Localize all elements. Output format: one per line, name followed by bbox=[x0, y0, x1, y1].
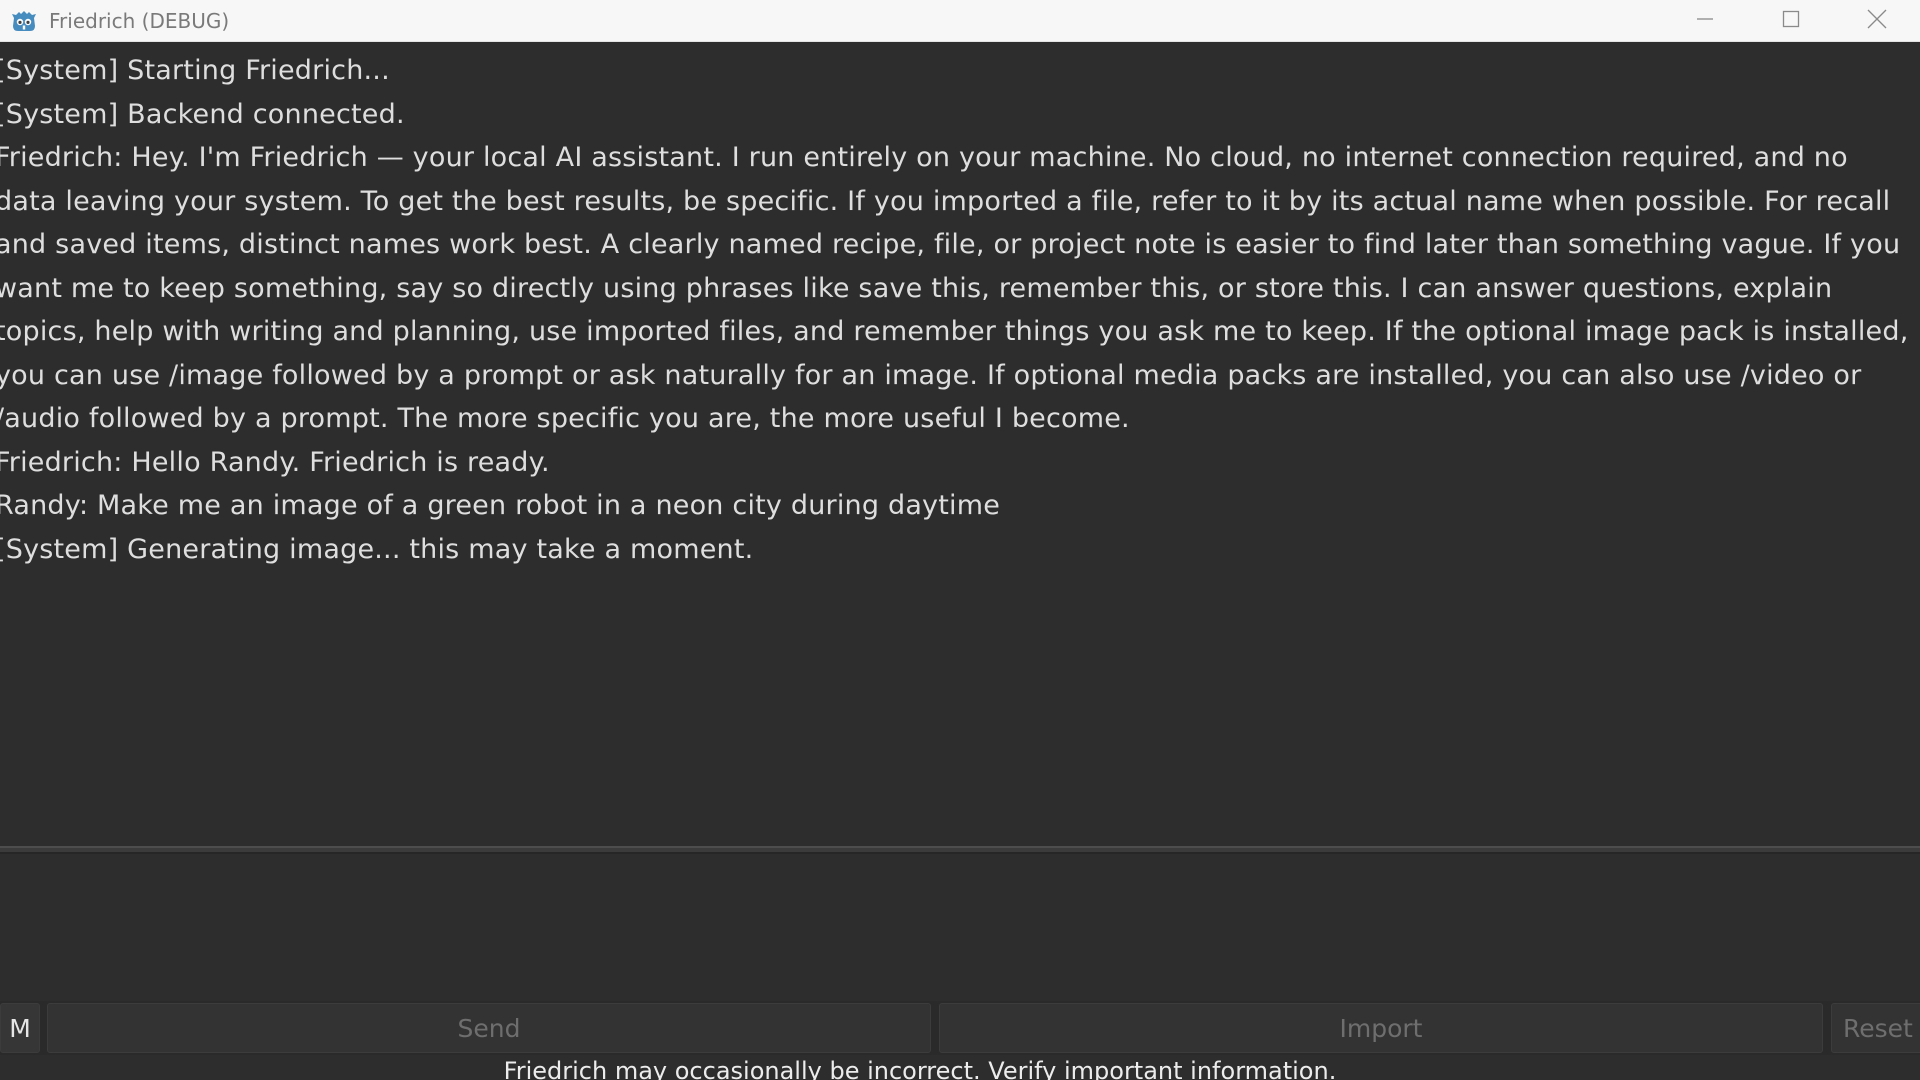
action-toolbar: M Send Import Reset bbox=[0, 1001, 1920, 1055]
reset-button[interactable]: Reset bbox=[1831, 1003, 1920, 1053]
import-button[interactable]: Import bbox=[939, 1003, 1823, 1053]
close-icon bbox=[1866, 8, 1888, 34]
window-controls bbox=[1662, 0, 1920, 42]
minimize-button[interactable] bbox=[1662, 0, 1748, 42]
m-button[interactable]: M bbox=[0, 1003, 40, 1053]
chat-line-assistant: Friedrich: Hey. I'm Friedrich — your loc… bbox=[0, 142, 1909, 434]
chat-line-user: Randy: Make me an image of a green robot… bbox=[0, 490, 1001, 521]
split-divider[interactable] bbox=[0, 846, 1920, 854]
maximize-button[interactable] bbox=[1748, 0, 1834, 42]
message-input[interactable] bbox=[0, 854, 1920, 996]
chat-line-system: [System] Backend connected. bbox=[0, 98, 405, 130]
chat-line-assistant: Friedrich: Hello Randy. Friedrich is rea… bbox=[0, 446, 550, 478]
title-bar[interactable]: Friedrich (DEBUG) bbox=[0, 0, 1920, 42]
window-title: Friedrich (DEBUG) bbox=[49, 8, 230, 33]
godot-robot-icon bbox=[9, 6, 39, 36]
chat-log[interactable]: [System] Starting Friedrich... [System] … bbox=[0, 42, 1920, 846]
send-button[interactable]: Send bbox=[47, 1003, 931, 1053]
disclaimer-footer: Friedrich may occasionally be incorrect.… bbox=[0, 1055, 1920, 1080]
disclaimer-text: Friedrich may occasionally be incorrect.… bbox=[503, 1057, 1337, 1080]
app-window: Friedrich (DEBUG) [System] Starting Frie… bbox=[0, 0, 1920, 1080]
close-button[interactable] bbox=[1834, 0, 1920, 42]
maximize-icon bbox=[1781, 9, 1801, 33]
minimize-icon bbox=[1695, 9, 1715, 33]
chat-line-system: [System] Starting Friedrich... bbox=[0, 55, 390, 86]
chat-line-system: [System] Generating image... this may ta… bbox=[0, 533, 754, 565]
